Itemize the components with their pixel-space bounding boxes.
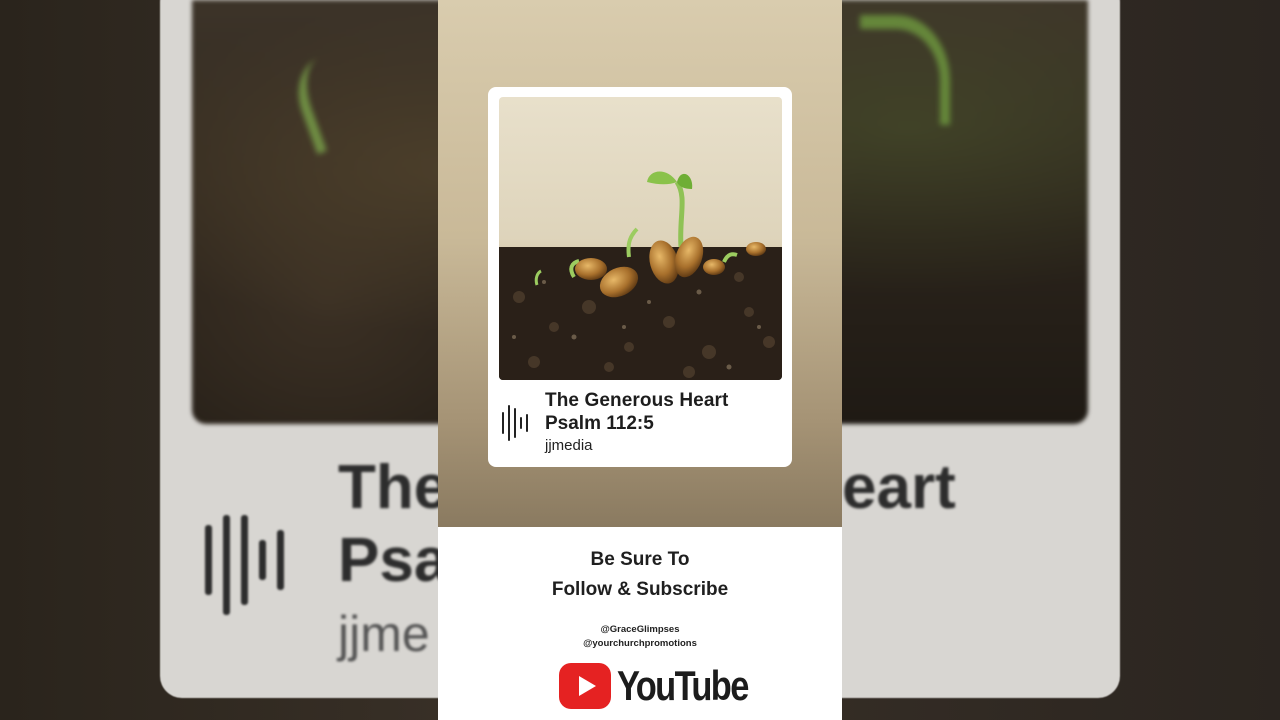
- youtube-play-icon: [559, 663, 611, 709]
- youtube-wordmark: YouTube: [617, 662, 749, 709]
- channel-handle: @yourchurchpromotions: [583, 638, 697, 649]
- cta-line-1: Be Sure To: [590, 549, 690, 570]
- track-author[interactable]: jjmedia: [545, 437, 593, 455]
- youtube-brand: YouTube: [559, 662, 776, 710]
- background-subtitle: Psa: [338, 526, 449, 595]
- subscribe-panel: Be Sure To Follow & Subscribe @GraceGlim…: [438, 527, 842, 720]
- cover-art: [499, 97, 782, 380]
- audio-waveform-icon: [502, 405, 530, 441]
- top-panel: The Generous Heart Psalm 112:5 jjmedia: [438, 0, 842, 527]
- track-title: The Generous Heart: [545, 390, 729, 411]
- background-author: jjme: [338, 606, 430, 662]
- cta-line-2: Follow & Subscribe: [551, 579, 729, 600]
- background-title-right: eart: [842, 453, 956, 522]
- video-frame[interactable]: The Generous Heart Psalm 112:5 jjmedia B…: [438, 0, 842, 720]
- track-subtitle: Psalm 112:5: [545, 413, 654, 434]
- sprouting-seeds-image: [499, 171, 782, 380]
- background-waveform-icon: [205, 505, 290, 615]
- channel-handle: @GraceGlimpses: [600, 624, 680, 635]
- background-title: The: [338, 453, 449, 522]
- track-card[interactable]: The Generous Heart Psalm 112:5 jjmedia: [488, 87, 792, 467]
